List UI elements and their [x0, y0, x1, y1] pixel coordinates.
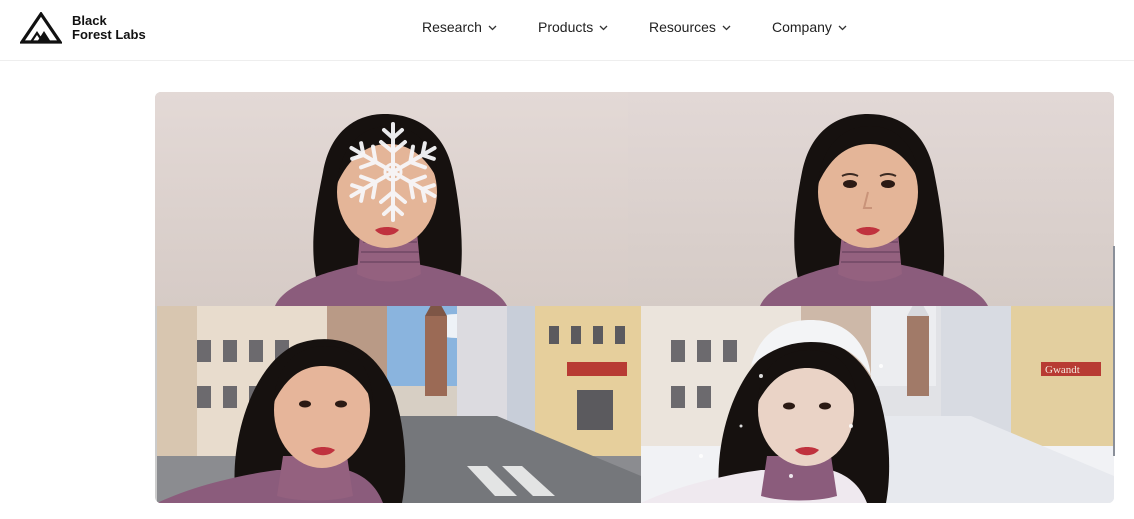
nav-item-company[interactable]: Company [772, 19, 847, 35]
nav-item-products[interactable]: Products [538, 19, 608, 35]
portrait-original-image [628, 92, 1114, 306]
portrait-snowflake-image [155, 92, 628, 306]
nav-item-resources[interactable]: Resources [649, 19, 731, 35]
site-header: Black Forest Labs Research Products Reso… [0, 0, 1134, 61]
chevron-down-icon [838, 25, 847, 30]
chevron-down-icon [599, 25, 608, 30]
shop-sign-text: Gwandt [1045, 364, 1080, 376]
brand-name-line2: Forest Labs [72, 27, 146, 42]
chevron-down-icon [488, 25, 497, 30]
nav-label: Company [772, 19, 832, 35]
snowy-street-selfie-image: Gwandt [641, 306, 1114, 503]
brand-name: Black Forest Labs [72, 14, 146, 42]
street-selfie-image [157, 306, 641, 503]
nav-item-research[interactable]: Research [422, 19, 497, 35]
image-gallery: Gwandt [155, 92, 1114, 503]
chevron-down-icon [722, 25, 731, 30]
nav-label: Research [422, 19, 482, 35]
brand-logo[interactable]: Black Forest Labs [20, 12, 146, 44]
nav-label: Resources [649, 19, 716, 35]
scroll-edge-strip [1113, 246, 1115, 456]
brand-name-line1: Black [72, 13, 107, 28]
triangle-logo-icon [20, 12, 62, 44]
nav-label: Products [538, 19, 594, 35]
